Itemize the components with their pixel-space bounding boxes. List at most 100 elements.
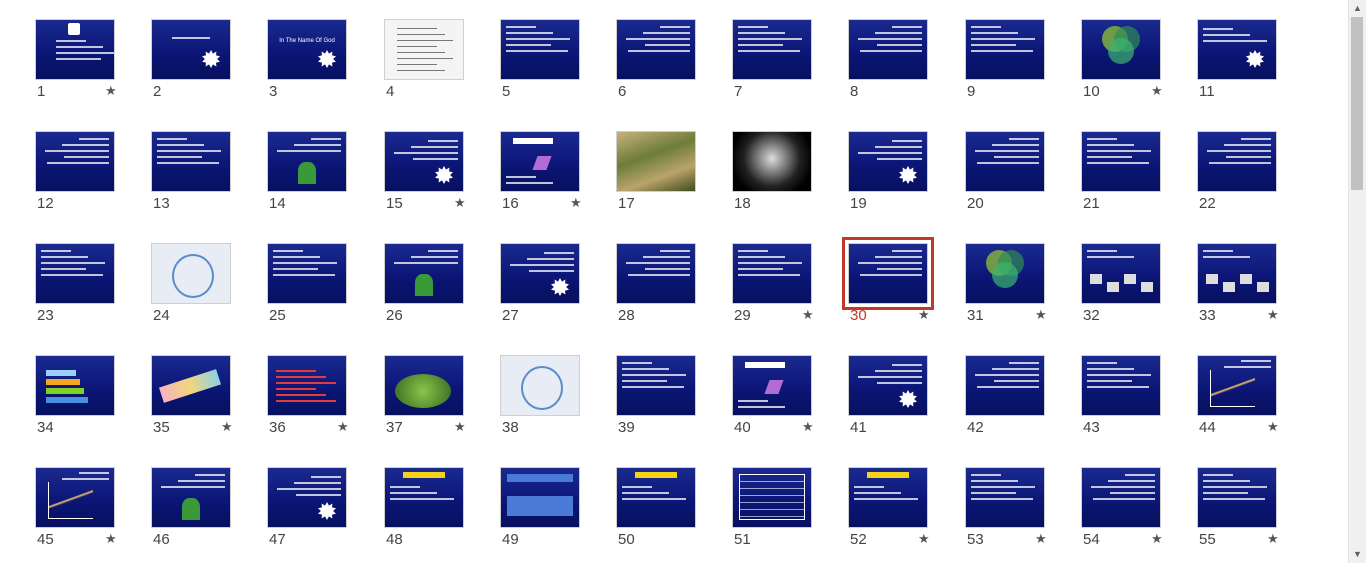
slide-preview[interactable] — [151, 355, 231, 416]
slide-preview[interactable] — [384, 243, 464, 304]
animation-star-icon[interactable]: ★ — [1267, 531, 1279, 547]
animation-star-icon[interactable]: ★ — [802, 307, 814, 323]
slide-preview[interactable] — [732, 355, 812, 416]
slide-thumbnail-3[interactable]: In The Name Of God 3 — [267, 19, 383, 127]
slide-thumbnail-33[interactable]: 33 ★ — [1197, 243, 1313, 351]
slide-thumbnail-38[interactable]: 38 — [500, 355, 616, 463]
slide-sorter-pane[interactable]: 1 ★ 2 In The Name Of God 3 4 5 6 7 8 9 10 ★ 11 12 13 14 1… — [0, 0, 1349, 563]
slide-thumbnail-19[interactable]: 19 — [848, 131, 964, 239]
animation-star-icon[interactable]: ★ — [1151, 83, 1163, 99]
slide-preview[interactable] — [732, 19, 812, 80]
slide-thumbnail-41[interactable]: 41 — [848, 355, 964, 463]
slide-thumbnail-37[interactable]: 37 ★ — [384, 355, 500, 463]
slide-preview[interactable] — [848, 19, 928, 80]
animation-star-icon[interactable]: ★ — [105, 83, 117, 99]
slide-thumbnail-36[interactable]: 36 ★ — [267, 355, 383, 463]
animation-star-icon[interactable]: ★ — [454, 195, 466, 211]
slide-preview[interactable] — [35, 131, 115, 192]
slide-thumbnail-35[interactable]: 35 ★ — [151, 355, 267, 463]
slide-thumbnail-52[interactable]: 52 ★ — [848, 467, 964, 563]
slide-thumbnail-6[interactable]: 6 — [616, 19, 732, 127]
animation-star-icon[interactable]: ★ — [1267, 419, 1279, 435]
slide-preview[interactable] — [151, 19, 231, 80]
slide-preview[interactable]: In The Name Of God — [267, 19, 347, 80]
slide-preview[interactable] — [267, 243, 347, 304]
slide-preview[interactable] — [616, 355, 696, 416]
animation-star-icon[interactable]: ★ — [221, 419, 233, 435]
slide-preview[interactable] — [965, 243, 1045, 304]
slide-preview[interactable] — [500, 131, 580, 192]
slide-thumbnail-54[interactable]: 54 ★ — [1081, 467, 1197, 563]
animation-star-icon[interactable]: ★ — [1151, 531, 1163, 547]
slide-preview[interactable] — [965, 131, 1045, 192]
slide-thumbnail-22[interactable]: 22 — [1197, 131, 1313, 239]
slide-thumbnail-2[interactable]: 2 — [151, 19, 267, 127]
animation-star-icon[interactable]: ★ — [1035, 531, 1047, 547]
slide-preview[interactable] — [384, 355, 464, 416]
slide-preview[interactable] — [1197, 355, 1277, 416]
slide-thumbnail-49[interactable]: 49 — [500, 467, 616, 563]
animation-star-icon[interactable]: ★ — [1267, 307, 1279, 323]
slide-thumbnail-31[interactable]: 31 ★ — [965, 243, 1081, 351]
slide-preview[interactable] — [616, 467, 696, 528]
slide-thumbnail-45[interactable]: 45 ★ — [35, 467, 151, 563]
slide-preview[interactable] — [151, 243, 231, 304]
slide-preview[interactable] — [848, 131, 928, 192]
slide-thumbnail-25[interactable]: 25 — [267, 243, 383, 351]
slide-thumbnail-46[interactable]: 46 — [151, 467, 267, 563]
slide-preview[interactable] — [35, 355, 115, 416]
slide-thumbnail-18[interactable]: 18 — [732, 131, 848, 239]
slide-thumbnail-12[interactable]: 12 — [35, 131, 151, 239]
slide-preview[interactable] — [267, 467, 347, 528]
slide-preview[interactable] — [1081, 467, 1161, 528]
slide-preview[interactable] — [965, 355, 1045, 416]
slide-thumbnail-20[interactable]: 20 — [965, 131, 1081, 239]
slide-preview[interactable] — [500, 19, 580, 80]
animation-star-icon[interactable]: ★ — [105, 531, 117, 547]
animation-star-icon[interactable]: ★ — [918, 531, 930, 547]
slide-thumbnail-40[interactable]: 40 ★ — [732, 355, 848, 463]
slide-thumbnail-9[interactable]: 9 — [965, 19, 1081, 127]
slide-preview[interactable] — [848, 355, 928, 416]
slide-preview[interactable] — [151, 467, 231, 528]
slide-preview[interactable] — [1197, 19, 1277, 80]
slide-preview[interactable] — [616, 131, 696, 192]
slide-thumbnail-29[interactable]: 29 ★ — [732, 243, 848, 351]
slide-thumbnail-28[interactable]: 28 — [616, 243, 732, 351]
slide-preview[interactable] — [1081, 355, 1161, 416]
slide-thumbnail-27[interactable]: 27 — [500, 243, 616, 351]
slide-thumbnail-39[interactable]: 39 — [616, 355, 732, 463]
animation-star-icon[interactable]: ★ — [1035, 307, 1047, 323]
animation-star-icon[interactable]: ★ — [337, 419, 349, 435]
slide-preview[interactable] — [1081, 243, 1161, 304]
slide-preview[interactable] — [35, 19, 115, 80]
scrollbar-thumb[interactable] — [1351, 17, 1363, 190]
slide-thumbnail-43[interactable]: 43 — [1081, 355, 1197, 463]
slide-thumbnail-51[interactable]: 51 — [732, 467, 848, 563]
slide-thumbnail-23[interactable]: 23 — [35, 243, 151, 351]
slide-preview[interactable] — [384, 467, 464, 528]
slide-thumbnail-11[interactable]: 11 — [1197, 19, 1313, 127]
slide-thumbnail-50[interactable]: 50 — [616, 467, 732, 563]
slide-thumbnail-44[interactable]: 44 ★ — [1197, 355, 1313, 463]
slide-thumbnail-32[interactable]: 32 — [1081, 243, 1197, 351]
animation-star-icon[interactable]: ★ — [918, 307, 930, 323]
slide-preview[interactable] — [732, 131, 812, 192]
slide-preview[interactable] — [616, 243, 696, 304]
slide-thumbnail-53[interactable]: 53 ★ — [965, 467, 1081, 563]
slide-preview[interactable] — [965, 467, 1045, 528]
slide-preview[interactable] — [384, 131, 464, 192]
slide-preview[interactable] — [500, 243, 580, 304]
slide-preview[interactable] — [267, 355, 347, 416]
slide-thumbnail-21[interactable]: 21 — [1081, 131, 1197, 239]
slide-thumbnail-5[interactable]: 5 — [500, 19, 616, 127]
slide-preview[interactable] — [848, 467, 928, 528]
slide-preview[interactable] — [35, 243, 115, 304]
vertical-scrollbar[interactable]: ▲ ▼ — [1348, 0, 1366, 563]
scroll-up-icon[interactable]: ▲ — [1349, 0, 1366, 17]
slide-preview[interactable] — [732, 467, 812, 528]
slide-thumbnail-13[interactable]: 13 — [151, 131, 267, 239]
slide-thumbnail-1[interactable]: 1 ★ — [35, 19, 151, 127]
slide-preview[interactable] — [616, 19, 696, 80]
slide-preview[interactable] — [1081, 131, 1161, 192]
